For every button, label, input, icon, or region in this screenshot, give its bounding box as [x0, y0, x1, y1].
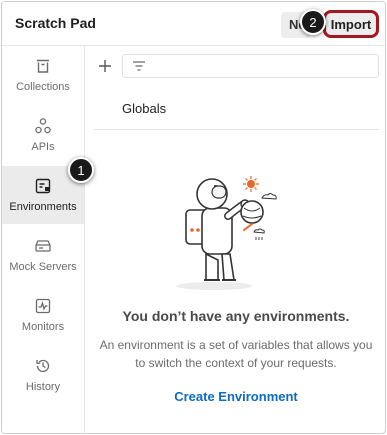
sidebar-item-apis[interactable]: APIs — [2, 106, 84, 164]
trash-can-icon — [37, 59, 49, 73]
server-icon — [35, 240, 51, 252]
sidebar-item-mock-servers[interactable]: Mock Servers — [2, 226, 84, 284]
sidebar-item-history[interactable]: History — [2, 346, 84, 404]
header-bar: Scratch Pad New Import — [2, 2, 385, 46]
create-environment-link[interactable]: Create Environment — [85, 389, 385, 404]
workspace-title: Scratch Pad — [15, 15, 96, 31]
environments-panel: Globals You don’t have any environments.… — [85, 46, 385, 433]
sidebar-item-label: History — [25, 381, 61, 393]
sidebar-item-label: Collections — [16, 81, 70, 93]
sidebar-item-label: Mock Servers — [9, 261, 77, 273]
monitor-icon — [35, 298, 51, 314]
import-button-label: Import — [330, 16, 372, 32]
step-callout-1: 1 — [68, 157, 94, 183]
sidebar-item-monitors[interactable]: Monitors — [2, 286, 84, 344]
api-icon — [35, 118, 51, 134]
filter-input[interactable] — [122, 54, 379, 78]
sidebar-item-collections[interactable]: Collections — [2, 46, 84, 104]
empty-state-title: You don’t have any environments. — [122, 308, 350, 324]
import-button[interactable]: Import — [323, 10, 379, 38]
astronaut-illustration — [176, 176, 277, 290]
globals-item[interactable]: Globals — [94, 90, 379, 130]
sidebar: Collections APIs Environments Mock Serve… — [2, 46, 85, 433]
scratch-pad-window: Scratch Pad New Import Collections APIs — [1, 1, 386, 434]
history-icon — [36, 359, 50, 373]
sidebar-item-label: Environments — [9, 201, 77, 213]
plus-icon[interactable] — [97, 58, 113, 74]
environment-icon — [35, 178, 51, 194]
globals-label: Globals — [122, 101, 167, 116]
sidebar-item-label: Monitors — [21, 321, 65, 333]
sidebar-item-label: APIs — [31, 141, 55, 153]
empty-state-description: An environment is a set of variables tha… — [99, 338, 373, 370]
step-callout-2: 2 — [300, 9, 326, 35]
filter-icon — [133, 61, 145, 71]
